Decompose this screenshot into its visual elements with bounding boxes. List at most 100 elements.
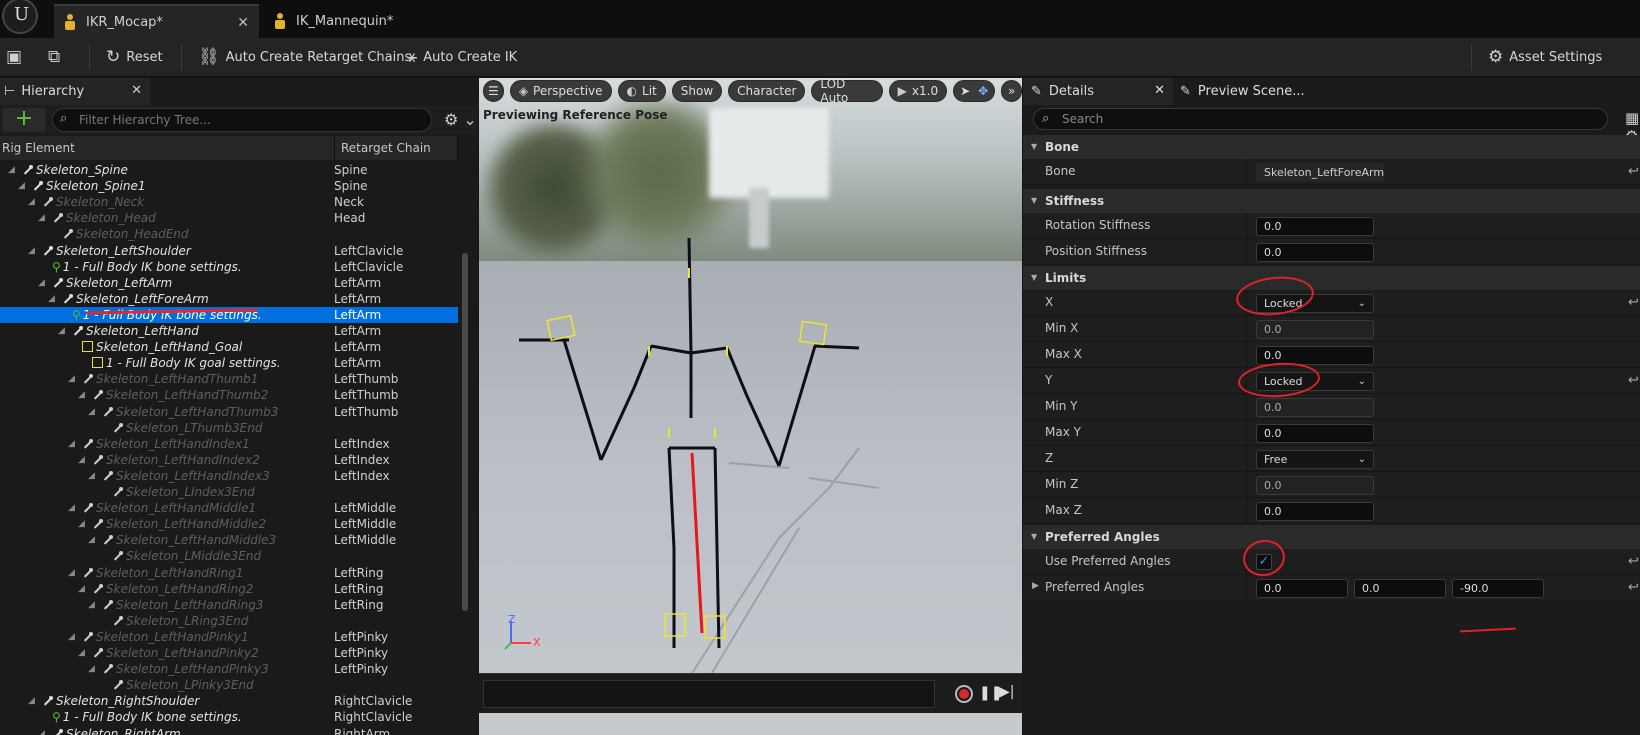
- tree-row-bone[interactable]: Skeleton_LRing3End: [0, 613, 458, 629]
- column-header-rig-element[interactable]: Rig Element: [0, 136, 335, 160]
- tree-expander-icon[interactable]: ◢: [28, 243, 35, 259]
- tree-expander-icon[interactable]: ◢: [78, 581, 85, 597]
- position-stiffness-field[interactable]: 0.0: [1256, 243, 1374, 262]
- step-forward-button[interactable]: ▶|: [999, 684, 1014, 700]
- tree-expander-icon[interactable]: ◢: [8, 162, 15, 178]
- reset-button[interactable]: ↻ Reset: [106, 38, 163, 76]
- transform-tools[interactable]: ➤ ✥: [953, 80, 996, 102]
- reset-to-default-icon[interactable]: ↩: [1628, 554, 1639, 569]
- min-x-field[interactable]: 0.0: [1256, 320, 1374, 339]
- close-icon[interactable]: ✕: [1154, 83, 1165, 98]
- tab-details[interactable]: ✎ Details ✕: [1023, 78, 1173, 105]
- tree-expander-icon[interactable]: ◢: [88, 661, 95, 677]
- tree-row-bone[interactable]: ◢ Skeleton_LeftHandThumb2 LeftThumb: [0, 387, 458, 403]
- reset-to-default-icon[interactable]: ↩: [1628, 373, 1639, 388]
- tree-row-ik-settings[interactable]: ⚲ 1 - Full Body IK bone settings. LeftClav…: [0, 259, 458, 275]
- reset-to-default-icon[interactable]: ↩: [1628, 580, 1639, 595]
- z-limit-dropdown[interactable]: Free ⌄: [1256, 450, 1374, 469]
- tree-expander-icon[interactable]: ◢: [28, 194, 35, 210]
- section-bone[interactable]: Bone: [1023, 135, 1640, 159]
- max-y-field[interactable]: 0.0: [1256, 424, 1374, 443]
- tree-expander-icon[interactable]: ◢: [38, 275, 45, 291]
- tab-hierarchy[interactable]: ⊢ Hierarchy ✕: [0, 78, 150, 105]
- tree-row-goal[interactable]: 1 - Full Body IK goal settings. LeftArm: [0, 355, 458, 371]
- tree-expander-icon[interactable]: ◢: [88, 532, 95, 548]
- viewport-menu-button[interactable]: ☰: [483, 80, 504, 102]
- tree-row-bone[interactable]: ◢ Skeleton_Neck Neck: [0, 194, 458, 210]
- tree-row-bone[interactable]: Skeleton_LPinky3End: [0, 677, 458, 693]
- tree-expander-icon[interactable]: ◢: [38, 726, 45, 735]
- character-button[interactable]: Character: [728, 80, 806, 102]
- lod-button[interactable]: LOD Auto: [811, 78, 883, 105]
- tree-expander-icon[interactable]: ◢: [48, 291, 55, 307]
- tab-preview-scene[interactable]: ✎ Preview Scene...: [1180, 78, 1350, 105]
- show-button[interactable]: Show: [671, 80, 723, 102]
- tree-expander-icon[interactable]: ◢: [78, 645, 85, 661]
- timeline-track[interactable]: [483, 680, 935, 708]
- section-stiffness[interactable]: Stiffness: [1023, 189, 1640, 213]
- tree-expander-icon[interactable]: ◢: [78, 516, 85, 532]
- browse-button[interactable]: ⧉: [48, 38, 66, 76]
- tree-row-goal[interactable]: Skeleton_LeftHand_Goal LeftArm: [0, 339, 458, 355]
- min-z-field[interactable]: 0.0: [1256, 476, 1374, 495]
- preview-viewport[interactable]: ☰ ◈ Perspective ◐ Lit Show Character LOD A…: [479, 78, 1022, 735]
- tree-row-bone[interactable]: ◢ Skeleton_LeftHandPinky3 LeftPinky: [0, 661, 458, 677]
- tree-row-bone[interactable]: ◢ Skeleton_LeftHandIndex3 LeftIndex: [0, 468, 458, 484]
- tree-expander-icon[interactable]: ◢: [78, 452, 85, 468]
- tree-row-bone[interactable]: ◢ Skeleton_LeftHandMiddle2 LeftMiddle: [0, 516, 458, 532]
- tree-row-bone[interactable]: Skeleton_LThumb3End: [0, 420, 458, 436]
- tree-row-bone[interactable]: ◢ Skeleton_LeftHandIndex1 LeftIndex: [0, 436, 458, 452]
- tree-row-bone[interactable]: ◢ Skeleton_LeftShoulder LeftClavicle: [0, 243, 458, 259]
- perspective-button[interactable]: ◈ Perspective: [509, 80, 612, 102]
- tree-expander-icon[interactable]: ◢: [58, 323, 65, 339]
- tree-row-bone[interactable]: Skeleton_HeadEnd: [0, 226, 458, 242]
- tree-row-bone[interactable]: ◢ Skeleton_Spine1 Spine: [0, 178, 458, 194]
- auto-create-retarget-chains-button[interactable]: ⛓ Auto Create Retarget Chains: [198, 38, 411, 76]
- tree-expander-icon[interactable]: ◢: [88, 597, 95, 613]
- min-y-field[interactable]: 0.0: [1256, 398, 1374, 417]
- tree-row-bone[interactable]: ◢ Skeleton_LeftHandIndex2 LeftIndex: [0, 452, 458, 468]
- filter-hierarchy-input[interactable]: Filter Hierarchy Tree...: [52, 108, 432, 132]
- tab-ikr-mocap[interactable]: IKR_Mocap* ✕: [54, 4, 259, 38]
- settings-gear-icon[interactable]: ⚙ ⌄: [444, 110, 477, 129]
- column-header-retarget-chain[interactable]: Retarget Chain: [335, 136, 458, 160]
- lit-button[interactable]: ◐ Lit: [617, 80, 666, 102]
- tree-expander-icon[interactable]: ◢: [68, 371, 75, 387]
- auto-create-ik-button[interactable]: ⚹ Auto Create IK: [407, 38, 517, 76]
- preferred-angle-z-field[interactable]: -90.0: [1452, 579, 1544, 598]
- tree-row-bone[interactable]: ◢ Skeleton_Head Head: [0, 210, 458, 226]
- tree-row-bone[interactable]: ◢ Skeleton_RightShoulder RightClavicle: [0, 693, 458, 709]
- tree-row-bone[interactable]: ◢ Skeleton_LeftHandThumb1 LeftThumb: [0, 371, 458, 387]
- tree-expander-icon[interactable]: ◢: [78, 387, 85, 403]
- viewport-more-button[interactable]: »: [1001, 80, 1022, 102]
- tree-row-bone[interactable]: ◢ Skeleton_LeftArm LeftArm: [0, 275, 458, 291]
- add-button[interactable]: +: [3, 108, 45, 132]
- tree-row-bone[interactable]: ◢ Skeleton_Spine Spine: [0, 162, 458, 178]
- save-button[interactable]: ▣: [6, 38, 28, 76]
- tree-expander-icon[interactable]: ◢: [88, 468, 95, 484]
- tree-row-bone[interactable]: ◢ Skeleton_LeftHandMiddle3 LeftMiddle: [0, 532, 458, 548]
- expand-arrow-icon[interactable]: ▶: [1032, 581, 1039, 591]
- tree-row-bone[interactable]: ◢ Skeleton_LeftHandPinky2 LeftPinky: [0, 645, 458, 661]
- record-button[interactable]: [955, 685, 973, 703]
- section-preferred-angles[interactable]: Preferred Angles: [1023, 525, 1640, 549]
- section-limits[interactable]: Limits: [1023, 266, 1640, 290]
- reset-to-default-icon[interactable]: ↩: [1628, 164, 1639, 179]
- tree-expander-icon[interactable]: ◢: [68, 436, 75, 452]
- tree-row-bone[interactable]: Skeleton_LMiddle3End: [0, 548, 458, 564]
- skeleton-preview[interactable]: [479, 78, 1022, 673]
- close-icon[interactable]: ✕: [131, 83, 142, 98]
- max-z-field[interactable]: 0.0: [1256, 502, 1374, 521]
- tree-row-bone[interactable]: ◢ Skeleton_LeftForeArm LeftArm: [0, 291, 458, 307]
- tree-row-bone[interactable]: ◢ Skeleton_LeftHandMiddle1 LeftMiddle: [0, 500, 458, 516]
- preferred-angle-y-field[interactable]: 0.0: [1354, 579, 1446, 598]
- tree-expander-icon[interactable]: ◢: [68, 629, 75, 645]
- hierarchy-scrollbar[interactable]: [462, 253, 468, 611]
- tree-expander-icon[interactable]: ◢: [18, 178, 25, 194]
- tree-row-bone[interactable]: ◢ Skeleton_LeftHandThumb3 LeftThumb: [0, 404, 458, 420]
- playback-speed-button[interactable]: ▶ x1.0: [888, 80, 948, 102]
- tree-row-bone[interactable]: ◢ Skeleton_LeftHandRing1 LeftRing: [0, 565, 458, 581]
- rotation-stiffness-field[interactable]: 0.0: [1256, 217, 1374, 236]
- tree-expander-icon[interactable]: ◢: [68, 565, 75, 581]
- tree-row-bone[interactable]: Skeleton_LIndex3End: [0, 484, 458, 500]
